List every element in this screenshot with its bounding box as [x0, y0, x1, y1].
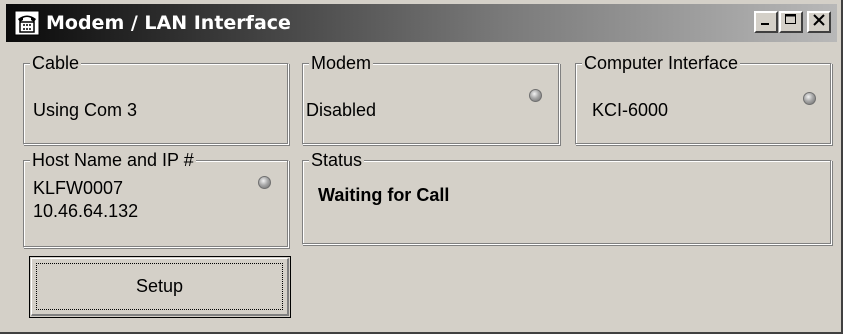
close-icon [812, 13, 826, 32]
telephone-icon [14, 10, 40, 36]
modem-lan-window: Modem / LAN Interface Cable Using Com 3 … [0, 0, 843, 334]
cable-legend: Cable [30, 53, 82, 73]
modem-status-led-icon [529, 89, 542, 102]
setup-button-focus: Setup [36, 263, 283, 310]
host-group: Host Name and IP # KLFW0007 10.46.64.132 [23, 150, 289, 248]
modem-value: Disabled [306, 100, 377, 120]
title-bar[interactable]: Modem / LAN Interface [6, 4, 837, 42]
modem-group: Modem Disabled [302, 53, 560, 145]
setup-button[interactable]: Setup [29, 256, 291, 318]
close-button[interactable] [807, 11, 831, 33]
minimize-button[interactable] [754, 11, 778, 33]
host-name-value: KLFW0007 [33, 178, 124, 198]
maximize-icon [784, 13, 798, 32]
window-title: Modem / LAN Interface [46, 12, 291, 34]
host-legend: Host Name and IP # [30, 150, 196, 170]
ip-address-value: 10.46.64.132 [33, 201, 139, 221]
status-group: Status Waiting for Call [302, 150, 832, 245]
status-legend: Status [309, 150, 365, 170]
host-status-led-icon [258, 176, 271, 189]
computer-interface-value: KCI-6000 [592, 100, 669, 120]
setup-button-label: Setup [135, 276, 184, 296]
cable-value: Using Com 3 [33, 100, 138, 120]
computer-interface-group: Computer Interface KCI-6000 [575, 53, 832, 145]
status-value: Waiting for Call [318, 185, 450, 205]
cable-group: Cable Using Com 3 [23, 53, 289, 145]
computer-interface-legend: Computer Interface [582, 53, 741, 73]
maximize-button[interactable] [779, 11, 803, 33]
computer-interface-status-led-icon [803, 92, 816, 105]
modem-legend: Modem [309, 53, 374, 73]
minimize-icon [759, 13, 773, 32]
